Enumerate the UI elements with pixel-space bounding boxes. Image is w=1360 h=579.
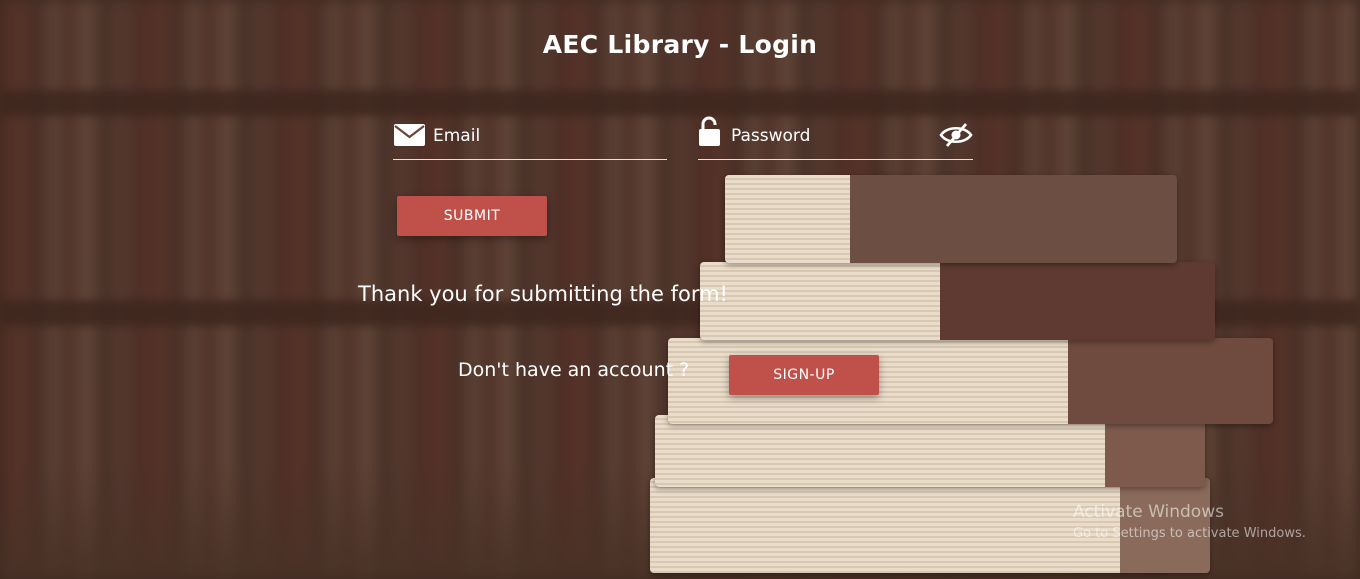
eye-slash-icon[interactable] — [939, 122, 973, 148]
watermark-subtitle: Go to Settings to activate Windows. — [1073, 526, 1306, 541]
password-input[interactable] — [731, 122, 931, 150]
book — [655, 415, 1205, 487]
book — [700, 262, 1215, 340]
email-input[interactable] — [433, 122, 633, 150]
success-message: Thank you for submitting the form! — [358, 282, 728, 306]
signup-button[interactable]: SIGN-UP — [729, 355, 879, 395]
book — [725, 175, 1177, 263]
windows-activation-watermark: Activate Windows Go to Settings to activ… — [1073, 502, 1306, 541]
email-field-group — [393, 116, 667, 160]
page-title: AEC Library - Login — [542, 30, 818, 59]
submit-button[interactable]: SUBMIT — [397, 196, 547, 236]
signup-prompt: Don't have an account ? — [458, 359, 690, 381]
unlock-icon — [698, 116, 732, 146]
watermark-title: Activate Windows — [1073, 502, 1224, 522]
envelope-icon — [393, 120, 427, 148]
password-field-group — [698, 116, 973, 160]
